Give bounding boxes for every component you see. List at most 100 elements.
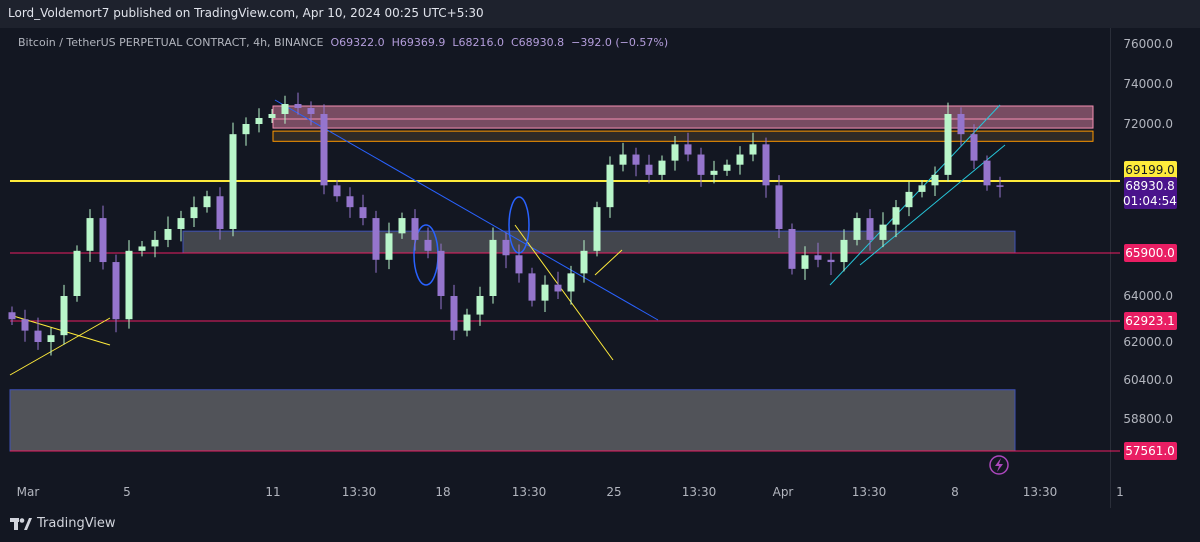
price-label: 01:04:54 [1123,194,1177,208]
candle-body [476,296,484,315]
candle-body [970,134,978,161]
x-tick-label: Apr [773,485,794,499]
x-tick-label: 8 [951,485,959,499]
candle-body [684,144,692,155]
candle-body [112,262,120,320]
candle-body [359,207,367,219]
trend-line [594,249,623,276]
candle-body [931,174,939,186]
candle-body [879,224,887,240]
price-label: 68930.8 [1125,179,1175,193]
candle-body [73,250,81,296]
candle-body [762,144,770,186]
zone-box [272,118,1094,129]
candle-body [710,170,718,175]
candle-body [749,144,757,155]
brand-name: TradingView [37,516,116,531]
tradingview-logo-icon [10,517,32,530]
candle-body [463,314,471,331]
candle-body [515,255,523,274]
x-tick-label: 25 [606,485,621,499]
candle-body [996,185,1004,187]
candle-body [385,233,393,260]
candle-body [437,250,445,296]
candle-body [268,114,276,118]
candle-body [229,134,237,229]
zone-box [272,105,1094,120]
candle-body [346,196,354,208]
candle-body [840,239,848,263]
candle-body [151,239,159,247]
candle-body [164,228,172,240]
x-tick-label: 13:30 [852,485,887,499]
candle-body [645,164,653,175]
y-tick-label: 62000.0 [1123,335,1173,349]
candle-body [632,154,640,165]
price-label: 65900.0 [1125,246,1175,260]
candle-body [658,160,666,175]
candle-body [801,255,809,269]
candle-body [853,218,861,240]
candle-body [255,118,263,124]
candle-body [892,207,900,225]
candle-body [307,108,315,114]
y-tick-label: 74000.0 [1123,77,1173,91]
candle-body [320,114,328,186]
candle-body [528,273,536,301]
x-tick-label: 13:30 [1023,485,1058,499]
candle-body [775,185,783,229]
x-tick-label: 5 [123,485,131,499]
x-tick-label: 11 [265,485,280,499]
candle-body [125,250,133,320]
candle-body [372,218,380,260]
candle-body [398,218,406,234]
candle-body [99,218,107,263]
candle-body [294,104,302,108]
candle-body [190,207,198,219]
candle-body [697,154,705,175]
candle-body [944,114,952,175]
candle-body [86,218,94,251]
price-label: 69199.0 [1125,163,1175,177]
candle-body [619,154,627,165]
candle-body [8,312,16,320]
candle-body [606,164,614,208]
x-tick-label: Mar [17,485,40,499]
candle-body [450,296,458,331]
candle-body [723,164,731,171]
x-tick-label: 13:30 [512,485,547,499]
y-tick-label: 64000.0 [1123,289,1173,303]
candle-body [34,330,42,342]
x-tick-label: 1 [1116,485,1124,499]
x-tick-label: 13:30 [342,485,377,499]
candle-body [671,144,679,161]
tradingview-brand: TradingView [10,516,116,531]
price-label: 62923.1 [1125,314,1175,328]
zone-box [9,389,1016,452]
candle-body [333,185,341,197]
candle-body [567,273,575,292]
candle-body [593,207,601,251]
candle-body [489,239,497,296]
candle-body [177,218,185,229]
candle-body [918,185,926,192]
candle-body [47,335,55,342]
candle-body [827,259,835,263]
price-label: 57561.0 [1125,444,1175,458]
candle-body [138,246,146,251]
price-chart[interactable]: 76000.0 74000.0 72000.0 64000.0 62000.0 60400… [0,0,1200,542]
candle-body [281,104,289,114]
y-tick-label: 72000.0 [1123,117,1173,131]
y-tick-label: 76000.0 [1123,37,1173,51]
candle-body [736,154,744,165]
lightning-bolt-icon [995,458,1003,472]
candle-body [541,284,549,301]
price-axis-divider [1110,28,1111,508]
candle-body [814,255,822,260]
candle-body [957,114,965,135]
candle-body [983,160,991,186]
candle-body [788,228,796,269]
x-tick-label: 18 [435,485,450,499]
candle-body [424,239,432,251]
candle-body [580,250,588,274]
